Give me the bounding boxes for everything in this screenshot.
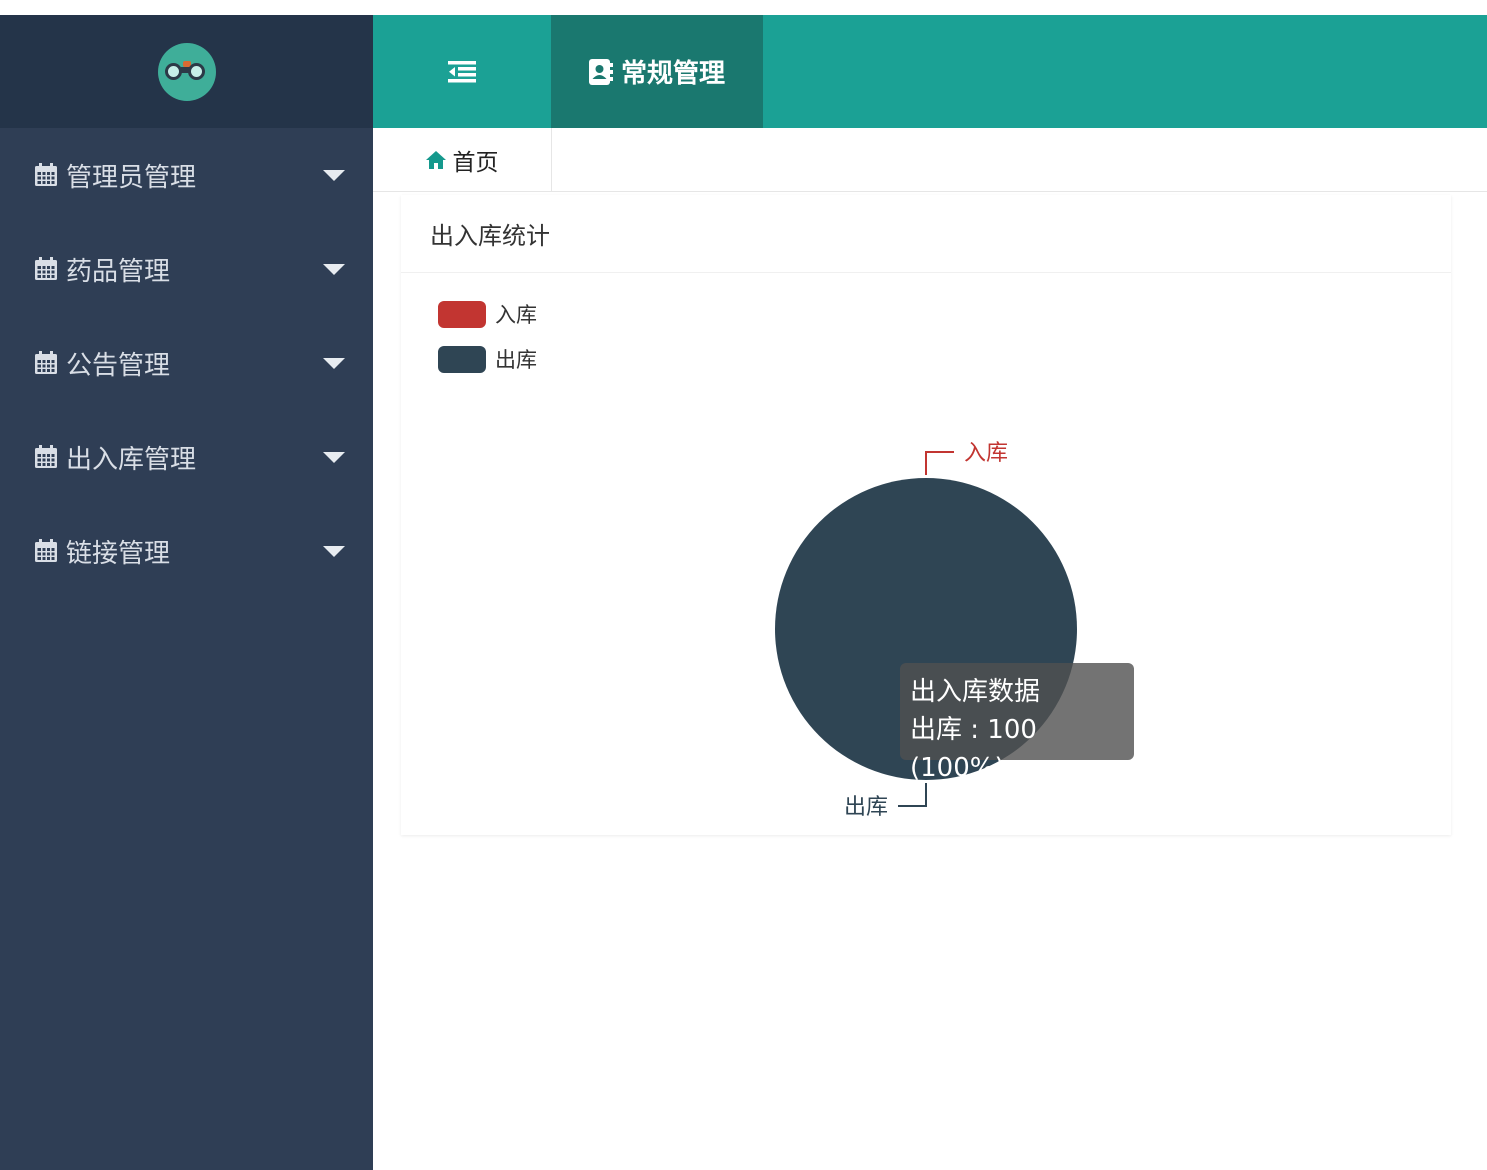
sidebar-item-0[interactable]: 管理员管理	[0, 128, 373, 222]
sidebar-item-2[interactable]: 公告管理	[0, 316, 373, 410]
tab-general-management[interactable]: 常规管理	[551, 15, 763, 128]
sidebar-toggle-button[interactable]	[373, 15, 551, 128]
pie-slice-label: 出库	[844, 795, 888, 820]
outdent-icon	[448, 60, 476, 82]
tab-label: 常规管理	[620, 59, 725, 89]
calendar-icon	[34, 351, 58, 375]
chart-tooltip: 出入库数据 出库 : 100 (100%)	[900, 663, 1134, 783]
sidebar: 管理员管理药品管理公告管理出入库管理链接管理	[0, 15, 373, 1170]
legend-swatch	[438, 300, 486, 328]
breadcrumb-home[interactable]: 首页	[373, 128, 552, 191]
legend-label: 入库	[495, 303, 537, 327]
binoculars-logo-icon[interactable]	[157, 42, 216, 101]
sidebar-item-label: 药品管理	[66, 256, 171, 287]
sidebar-item-label: 管理员管理	[66, 162, 197, 193]
caret-down-icon	[323, 357, 345, 369]
sidebar-item-label: 公告管理	[66, 350, 171, 381]
tooltip-title: 出入库数据	[910, 677, 1041, 707]
caret-down-icon	[323, 263, 345, 275]
breadcrumb-bar: 首页	[373, 128, 1487, 192]
top-header: 常规管理	[373, 15, 1487, 128]
stats-card: 出入库统计 入库 出库 入库 出库 出入库数据 出库 : 100 (100%)	[401, 195, 1451, 835]
pie-slice-label: 入库	[964, 441, 1008, 466]
top-strip	[0, 0, 1487, 15]
calendar-icon	[34, 445, 58, 469]
address-book-icon	[588, 58, 613, 85]
calendar-icon	[34, 539, 58, 563]
logo-area	[0, 15, 373, 128]
legend-item[interactable]: 入库	[438, 299, 537, 329]
sidebar-item-1[interactable]: 药品管理	[0, 222, 373, 316]
sidebar-item-4[interactable]: 链接管理	[0, 504, 373, 598]
sidebar-item-label: 出入库管理	[66, 444, 197, 475]
caret-down-icon	[323, 169, 345, 181]
home-icon	[425, 150, 446, 169]
legend-item[interactable]: 出库	[438, 344, 537, 374]
calendar-icon	[34, 257, 58, 281]
caret-down-icon	[323, 545, 345, 557]
tooltip-line: 出库 : 100 (100%)	[910, 715, 1037, 783]
legend-swatch	[438, 345, 486, 373]
legend-label: 出库	[495, 348, 537, 372]
calendar-icon	[34, 163, 58, 187]
breadcrumb-home-label: 首页	[452, 149, 499, 176]
sidebar-item-label: 链接管理	[66, 538, 171, 569]
sidebar-menu: 管理员管理药品管理公告管理出入库管理链接管理	[0, 128, 373, 598]
sidebar-item-3[interactable]: 出入库管理	[0, 410, 373, 504]
pie-label-line	[925, 451, 954, 475]
caret-down-icon	[323, 451, 345, 463]
